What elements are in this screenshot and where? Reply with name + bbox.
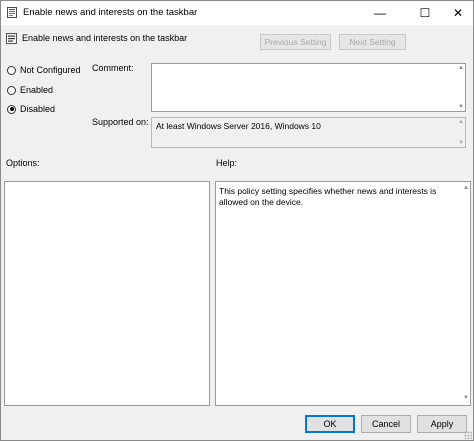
radio-button-selected[interactable] [7, 104, 16, 114]
scroll-up-icon[interactable]: ▲ [463, 183, 469, 194]
help-label: Help: [216, 158, 238, 168]
close-icon: ✕ [452, 6, 464, 20]
comment-textarea[interactable]: ▲ ▼ [151, 63, 466, 112]
apply-button[interactable]: Apply [417, 415, 467, 433]
window-title: Enable news and interests on the taskbar [23, 7, 198, 18]
help-panel[interactable]: This policy setting specifies whether ne… [215, 181, 471, 406]
help-text: This policy setting specifies whether ne… [219, 186, 437, 207]
previous-setting-button[interactable]: Previous Setting [260, 34, 331, 50]
supported-on-field: At least Windows Server 2016, Windows 10… [151, 117, 466, 148]
radio-button[interactable] [7, 65, 16, 75]
title-bar: Enable news and interests on the taskbar… [1, 1, 473, 25]
scroll-up-icon[interactable]: ▲ [458, 65, 464, 71]
radio-label: Disabled [20, 104, 56, 114]
close-button[interactable]: ✕ [443, 1, 473, 25]
maximize-icon: ☐ [419, 6, 431, 20]
cancel-button[interactable]: Cancel [361, 415, 411, 433]
options-panel [4, 181, 210, 406]
maximize-button[interactable]: ☐ [410, 1, 440, 25]
next-setting-button[interactable]: Next Setting [339, 34, 406, 50]
minimize-icon: — [374, 6, 386, 20]
resize-grip-icon[interactable] [464, 431, 472, 439]
radio-label: Not Configured [20, 65, 81, 75]
minimize-button[interactable]: — [365, 1, 395, 25]
scroll-down-icon: ▼ [458, 140, 464, 146]
radio-button[interactable] [7, 85, 16, 95]
gpedit-icon [7, 7, 17, 18]
ok-button[interactable]: OK [305, 415, 355, 433]
supported-on-label: Supported on: [92, 117, 149, 127]
radio-enabled[interactable]: Enabled [7, 85, 53, 95]
radio-label: Enabled [20, 85, 54, 95]
comment-label: Comment: [92, 63, 134, 73]
radio-disabled[interactable]: Disabled [7, 104, 55, 114]
radio-not-configured[interactable]: Not Configured [7, 65, 81, 75]
options-label: Options: [6, 158, 40, 168]
scroll-up-icon: ▲ [458, 119, 464, 125]
supported-on-value: At least Windows Server 2016, Windows 10 [156, 121, 321, 131]
scroll-down-icon[interactable]: ▼ [463, 393, 469, 404]
setting-title: Enable news and interests on the taskbar [22, 33, 188, 43]
policy-setting-icon [6, 33, 17, 44]
policy-dialog: Enable news and interests on the taskbar… [0, 0, 474, 441]
scroll-down-icon[interactable]: ▼ [458, 104, 464, 110]
